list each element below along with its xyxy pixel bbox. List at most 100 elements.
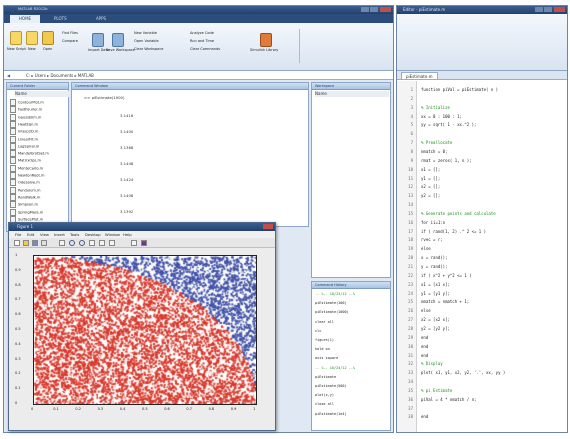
history-entry[interactable]: piEstimate <box>315 375 336 380</box>
file-list-item[interactable]: MandelbrotSet.m <box>10 150 49 158</box>
new-icon[interactable] <box>26 31 38 45</box>
folder-name-header[interactable]: Name <box>15 91 70 97</box>
history-entry[interactable]: -- %-- 10/23/12 --% <box>315 292 355 297</box>
history-entry[interactable]: clc <box>315 329 321 334</box>
code-line[interactable]: 37 <box>397 405 567 412</box>
colorbar-icon[interactable] <box>141 240 147 246</box>
menu-insert[interactable]: Insert <box>54 231 65 238</box>
history-entry[interactable]: axis square <box>315 356 338 361</box>
code-line[interactable]: 18 rvec = r; <box>397 236 567 243</box>
file-list-item[interactable]: MonteCarlo.m <box>10 164 43 172</box>
history-entry[interactable]: clear all <box>315 320 334 325</box>
code-line[interactable]: 16 for ii=1:n <box>397 219 567 226</box>
code-line[interactable]: 28 y2 = [y2 y]; <box>397 325 567 332</box>
code-line[interactable]: 5 yy = sqrt( 1 - xx.^2 ); <box>397 121 567 128</box>
code-line[interactable]: 31 end <box>397 352 567 359</box>
code-line[interactable]: 34 <box>397 378 567 385</box>
code-line[interactable]: 7 % Preallocate <box>397 139 567 146</box>
menu-view[interactable]: View <box>40 231 49 238</box>
code-line[interactable]: 6 <box>397 130 567 137</box>
file-list-item[interactable]: Pendulum.m <box>10 186 41 194</box>
code-area[interactable]: 1 function piVal = piEstimate( n ) 2 3 % In… <box>397 86 567 426</box>
history-entry[interactable]: piEstimate(100) <box>315 301 347 306</box>
open-icon[interactable] <box>23 240 29 246</box>
file-list-item[interactable]: HeatEqn.m <box>10 120 38 128</box>
file-list-item[interactable]: Interp2D.m <box>10 128 38 136</box>
code-line[interactable]: 36 piVal = 4 * nmatch / n; <box>397 396 567 403</box>
menu-window[interactable]: Window <box>105 231 120 238</box>
history-entry[interactable]: -- %-- 10/24/12 --% <box>315 366 355 371</box>
path-bar[interactable]: ◀ C: ▸ Users ▸ Documents ▸ MATLAB <box>4 71 393 80</box>
code-line[interactable]: 21 y = rand(); <box>397 263 567 270</box>
code-line[interactable]: 14 <box>397 201 567 208</box>
history-entry[interactable]: piEstimate(1e4) <box>315 412 347 417</box>
code-line[interactable]: 8 nmatch = 0; <box>397 148 567 155</box>
tab-apps[interactable]: APPS <box>96 16 106 21</box>
data-cursor-icon[interactable] <box>109 240 115 246</box>
history-entry[interactable]: close all <box>315 402 334 407</box>
code-line[interactable]: 2 <box>397 95 567 102</box>
code-line[interactable]: 3 % Initialize <box>397 104 567 111</box>
new-variable-button[interactable]: New Variable <box>134 31 157 35</box>
analyze-code-button[interactable]: Analyze Code <box>190 31 214 35</box>
new-script-icon[interactable] <box>10 31 22 45</box>
file-list-item[interactable]: ContourPlot.m <box>10 99 44 106</box>
code-line[interactable]: 25 nmatch = nmatch + 1; <box>397 298 567 305</box>
pointer-icon[interactable] <box>59 240 65 246</box>
command-prompt[interactable]: >> piEstimate(1000) <box>84 95 124 100</box>
code-line[interactable]: 10 x1 = []; <box>397 166 567 173</box>
history-entry[interactable]: plot(x,y) <box>315 393 334 398</box>
file-list-item[interactable]: NewtonRoot.m <box>10 172 45 179</box>
history-entry[interactable]: piEstimate(500) <box>315 384 347 389</box>
code-line[interactable]: 35 % pi Estimate <box>397 387 567 394</box>
menu-desktop[interactable]: Desktop <box>85 231 101 238</box>
print-icon[interactable] <box>41 240 47 246</box>
import-data-icon[interactable] <box>92 33 104 47</box>
code-line[interactable]: 32 % Display <box>397 360 567 367</box>
monte-carlo-scatter-plot[interactable] <box>33 255 257 405</box>
history-entry[interactable]: piEstimate(1000) <box>315 310 349 315</box>
code-line[interactable]: 38 end <box>397 413 567 420</box>
code-line[interactable]: 29 end <box>397 334 567 341</box>
file-list-item[interactable]: SpringMass.m <box>10 208 43 216</box>
file-list-item[interactable]: GaussElim.m <box>10 113 41 121</box>
clear-workspace-button[interactable]: Clear Workspace <box>134 47 163 51</box>
save-workspace-icon[interactable] <box>112 33 124 47</box>
pan-icon[interactable] <box>89 240 95 246</box>
editor-close-button[interactable] <box>554 7 565 12</box>
code-line[interactable]: 4 xx = 0 : 100 : 1; <box>397 113 567 120</box>
rotate-icon[interactable] <box>99 240 105 246</box>
code-line[interactable]: 22 if ( x^2 + y^2 <= 1 ) <box>397 272 567 279</box>
code-line[interactable]: 23 x1 = [x1 x]; <box>397 281 567 288</box>
code-line[interactable]: 9 rmat = zeros( 1, n ); <box>397 157 567 164</box>
history-entry[interactable]: figure(1) <box>315 338 334 343</box>
menu-file[interactable]: File <box>15 231 21 238</box>
code-line[interactable]: 27 x2 = [x2 x]; <box>397 316 567 323</box>
code-line[interactable]: 12 x2 = []; <box>397 183 567 190</box>
zoom-out-icon[interactable] <box>79 240 85 246</box>
new-figure-icon[interactable] <box>14 240 20 246</box>
find-files-button[interactable]: Find Files <box>62 31 78 35</box>
close-button[interactable] <box>380 7 391 12</box>
code-line[interactable]: 1 function piVal = piEstimate( n ) <box>397 86 567 93</box>
editor-maximize-button[interactable] <box>544 7 552 12</box>
file-list-item[interactable]: OdeSolve.m <box>10 179 40 187</box>
code-line[interactable]: 26 else <box>397 307 567 314</box>
menu-edit[interactable]: Edit <box>27 231 34 238</box>
clear-commands-button[interactable]: Clear Commands <box>190 47 220 51</box>
file-list-item[interactable]: LinearFit.m <box>10 135 38 143</box>
code-line[interactable]: 20 x = rand(); <box>397 254 567 261</box>
maximize-button[interactable] <box>370 7 378 12</box>
minimize-button[interactable] <box>361 7 369 12</box>
file-list-item[interactable]: LogSpiral.m <box>10 142 39 150</box>
workspace-name-header[interactable]: Name <box>315 91 389 97</box>
tab-home[interactable]: HOME <box>10 15 40 23</box>
tab-plots[interactable]: PLOTS <box>54 16 67 21</box>
legend-icon[interactable] <box>131 240 137 246</box>
history-entry[interactable]: hold on <box>315 347 330 352</box>
code-line[interactable]: 11 y1 = []; <box>397 175 567 182</box>
figure-close-button[interactable] <box>263 224 273 229</box>
open-folder-icon[interactable] <box>42 31 54 45</box>
code-line[interactable]: 33 plot( x1, y1, x2, y2, '.', xx, yy ) <box>397 369 567 376</box>
file-list-item[interactable]: RandWalk.m <box>10 193 40 201</box>
